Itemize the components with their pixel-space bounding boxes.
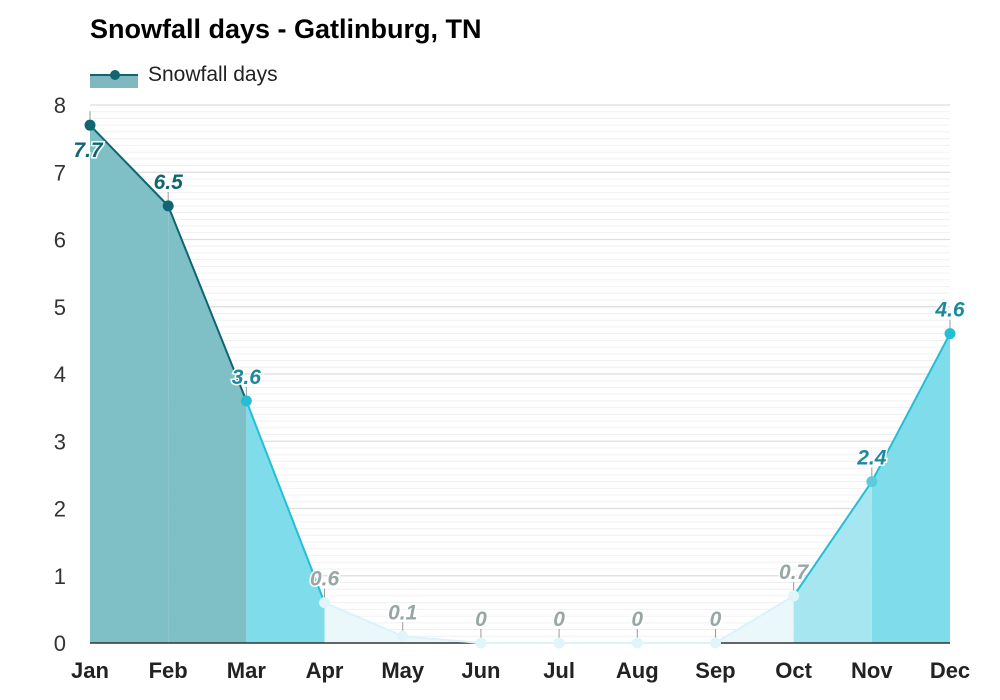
data-point bbox=[397, 630, 409, 642]
area-segment bbox=[168, 205, 247, 643]
y-tick-label: 4 bbox=[54, 362, 66, 387]
data-point bbox=[240, 395, 252, 407]
data-label: 2.4 bbox=[856, 447, 887, 470]
data-label: 0.6 bbox=[310, 568, 340, 591]
x-tick-label: Sep bbox=[695, 658, 735, 683]
data-label: 0 bbox=[631, 608, 643, 631]
data-point bbox=[709, 637, 721, 649]
x-tick-label: Mar bbox=[227, 658, 267, 683]
data-label: 3.6 bbox=[232, 366, 262, 389]
y-tick-label: 5 bbox=[54, 295, 66, 320]
x-tick-label: Aug bbox=[616, 658, 659, 683]
y-tick-label: 8 bbox=[54, 93, 66, 118]
area-segment bbox=[90, 125, 169, 644]
data-point bbox=[84, 119, 96, 131]
data-label: 7.7 bbox=[73, 139, 104, 162]
y-tick-label: 0 bbox=[54, 631, 66, 656]
y-tick-label: 7 bbox=[54, 160, 66, 185]
chart-area: 7.7 6.5 3.6 0.6 0.1 0 0 0 0 0.7 2.4 4.6 0 1 2 3 4 5 6 7 8 Jan… bbox=[54, 93, 970, 683]
x-tick-label: May bbox=[381, 658, 425, 683]
data-point bbox=[319, 597, 331, 609]
x-tick-label: Jul bbox=[543, 658, 575, 683]
data-point bbox=[944, 328, 956, 340]
data-point bbox=[162, 200, 174, 212]
x-tick-label: Feb bbox=[149, 658, 188, 683]
data-point bbox=[553, 637, 565, 649]
data-label: 0.7 bbox=[779, 561, 810, 584]
x-tick-label: Dec bbox=[930, 658, 970, 683]
x-tick-label: Oct bbox=[775, 658, 812, 683]
data-label: 6.5 bbox=[154, 171, 184, 194]
data-point bbox=[631, 637, 643, 649]
y-tick-label: 6 bbox=[54, 228, 66, 253]
data-label: 0 bbox=[710, 608, 722, 631]
data-point bbox=[788, 590, 800, 602]
data-point bbox=[475, 637, 487, 649]
data-label: 0.1 bbox=[388, 601, 417, 624]
x-tick-label: Nov bbox=[851, 658, 893, 683]
data-point bbox=[866, 476, 878, 488]
data-label: 0 bbox=[553, 608, 565, 631]
y-tick-label: 3 bbox=[54, 429, 66, 454]
y-tick-label: 1 bbox=[54, 564, 66, 589]
x-tick-label: Apr bbox=[306, 658, 344, 683]
y-tick-label: 2 bbox=[54, 497, 66, 522]
area-segment bbox=[871, 333, 950, 643]
data-label: 4.6 bbox=[934, 299, 965, 322]
data-label: 0 bbox=[475, 608, 487, 631]
x-tick-label: Jan bbox=[71, 658, 109, 683]
x-tick-label: Jun bbox=[461, 658, 500, 683]
